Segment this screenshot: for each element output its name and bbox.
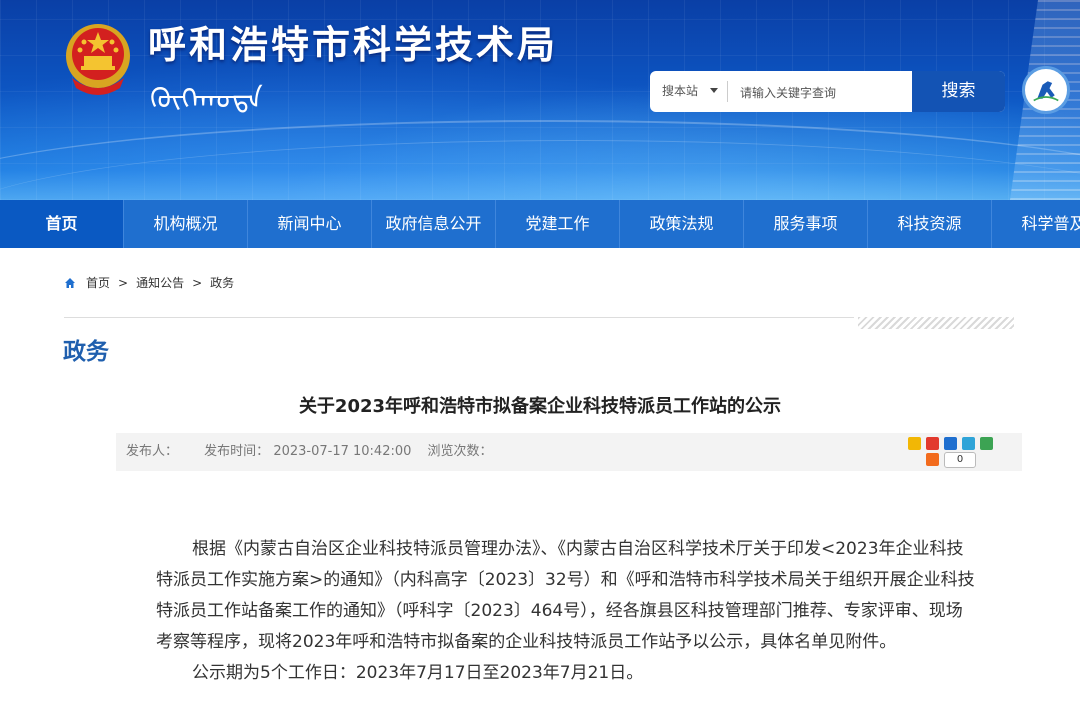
- publish-time: 2023-07-17 10:42:00: [273, 444, 412, 459]
- nav-item-services[interactable]: 服务事项: [744, 200, 868, 248]
- nav-item-policy[interactable]: 政策法规: [620, 200, 744, 248]
- article-meta: 发布人： 发布时间： 2023-07-17 10:42:00 浏览次数：: [126, 433, 493, 471]
- breadcrumb-notices[interactable]: 通知公告: [136, 274, 184, 291]
- breadcrumb: 首页 > 通知公告 > 政务: [64, 274, 242, 291]
- home-icon[interactable]: [64, 277, 76, 289]
- publisher-label: 发布人：: [126, 444, 179, 459]
- tencent-share-icon[interactable]: [962, 437, 975, 450]
- article-paragraph: 公示期为5个工作日：2023年7月17日至2023年7月21日。: [192, 663, 644, 683]
- breadcrumb-home[interactable]: 首页: [86, 274, 110, 291]
- site-header: 呼和浩特市科学技术局 ᠬᠥᠬᠡᠬᠣᠲᠠ 搜本站 搜索: [0, 0, 1080, 200]
- section-divider: [64, 317, 854, 318]
- publish-time-label: 发布时间：: [204, 444, 270, 459]
- weibo-share-icon[interactable]: [926, 437, 939, 450]
- breadcrumb-separator: >: [118, 275, 129, 290]
- article-paragraph: 根据《内蒙古自治区企业科技特派员管理办法》、《内蒙古自治区科学技术厅关于印发<2…: [156, 539, 975, 652]
- section-hatch-decoration: [858, 317, 1014, 329]
- main-navigation: 首页 机构概况 新闻中心 政府信息公开 党建工作 政策法规 服务事项 科技资源 …: [0, 200, 1080, 248]
- nav-item-home[interactable]: 首页: [0, 200, 124, 248]
- national-emblem-icon[interactable]: [64, 22, 132, 96]
- search-divider: [727, 81, 728, 102]
- article-meta-bar: 发布人： 发布时间： 2023-07-17 10:42:00 浏览次数： 0: [116, 433, 1022, 471]
- more-share-icon[interactable]: [926, 453, 939, 466]
- article-body: 根据《内蒙古自治区企业科技特派员管理办法》、《内蒙古自治区科学技术厅关于印发<2…: [156, 534, 976, 689]
- section-title: 政务: [63, 339, 109, 365]
- douban-share-icon[interactable]: [980, 437, 993, 450]
- nav-item-party[interactable]: 党建工作: [496, 200, 620, 248]
- nav-item-resources[interactable]: 科技资源: [868, 200, 992, 248]
- share-count: 0: [944, 452, 976, 468]
- chevron-down-icon[interactable]: [710, 88, 718, 93]
- nav-item-news[interactable]: 新闻中心: [248, 200, 372, 248]
- views-label: 浏览次数：: [427, 444, 493, 459]
- share-toolbar: 0: [906, 435, 998, 469]
- qzone-share-icon[interactable]: [908, 437, 921, 450]
- nav-item-science[interactable]: 科学普及: [992, 200, 1080, 248]
- article-title: 关于2023年呼和浩特市拟备案企业科技特派员工作站的公示: [298, 396, 782, 417]
- site-title: 呼和浩特市科学技术局: [148, 23, 559, 67]
- search-button[interactable]: 搜索: [912, 71, 1005, 112]
- nav-item-organization[interactable]: 机构概况: [124, 200, 248, 248]
- search-scope-select[interactable]: 搜本站: [662, 71, 698, 112]
- horse-logo-icon[interactable]: [1022, 66, 1070, 114]
- renren-share-icon[interactable]: [944, 437, 957, 450]
- breadcrumb-current[interactable]: 政务: [210, 274, 234, 291]
- breadcrumb-separator: >: [192, 275, 203, 290]
- nav-item-gov-info[interactable]: 政府信息公开: [372, 200, 496, 248]
- search-bar: 搜本站 搜索: [650, 71, 1005, 112]
- mongolian-site-title: ᠬᠥᠬᠡᠬᠣᠲᠠ: [150, 82, 263, 115]
